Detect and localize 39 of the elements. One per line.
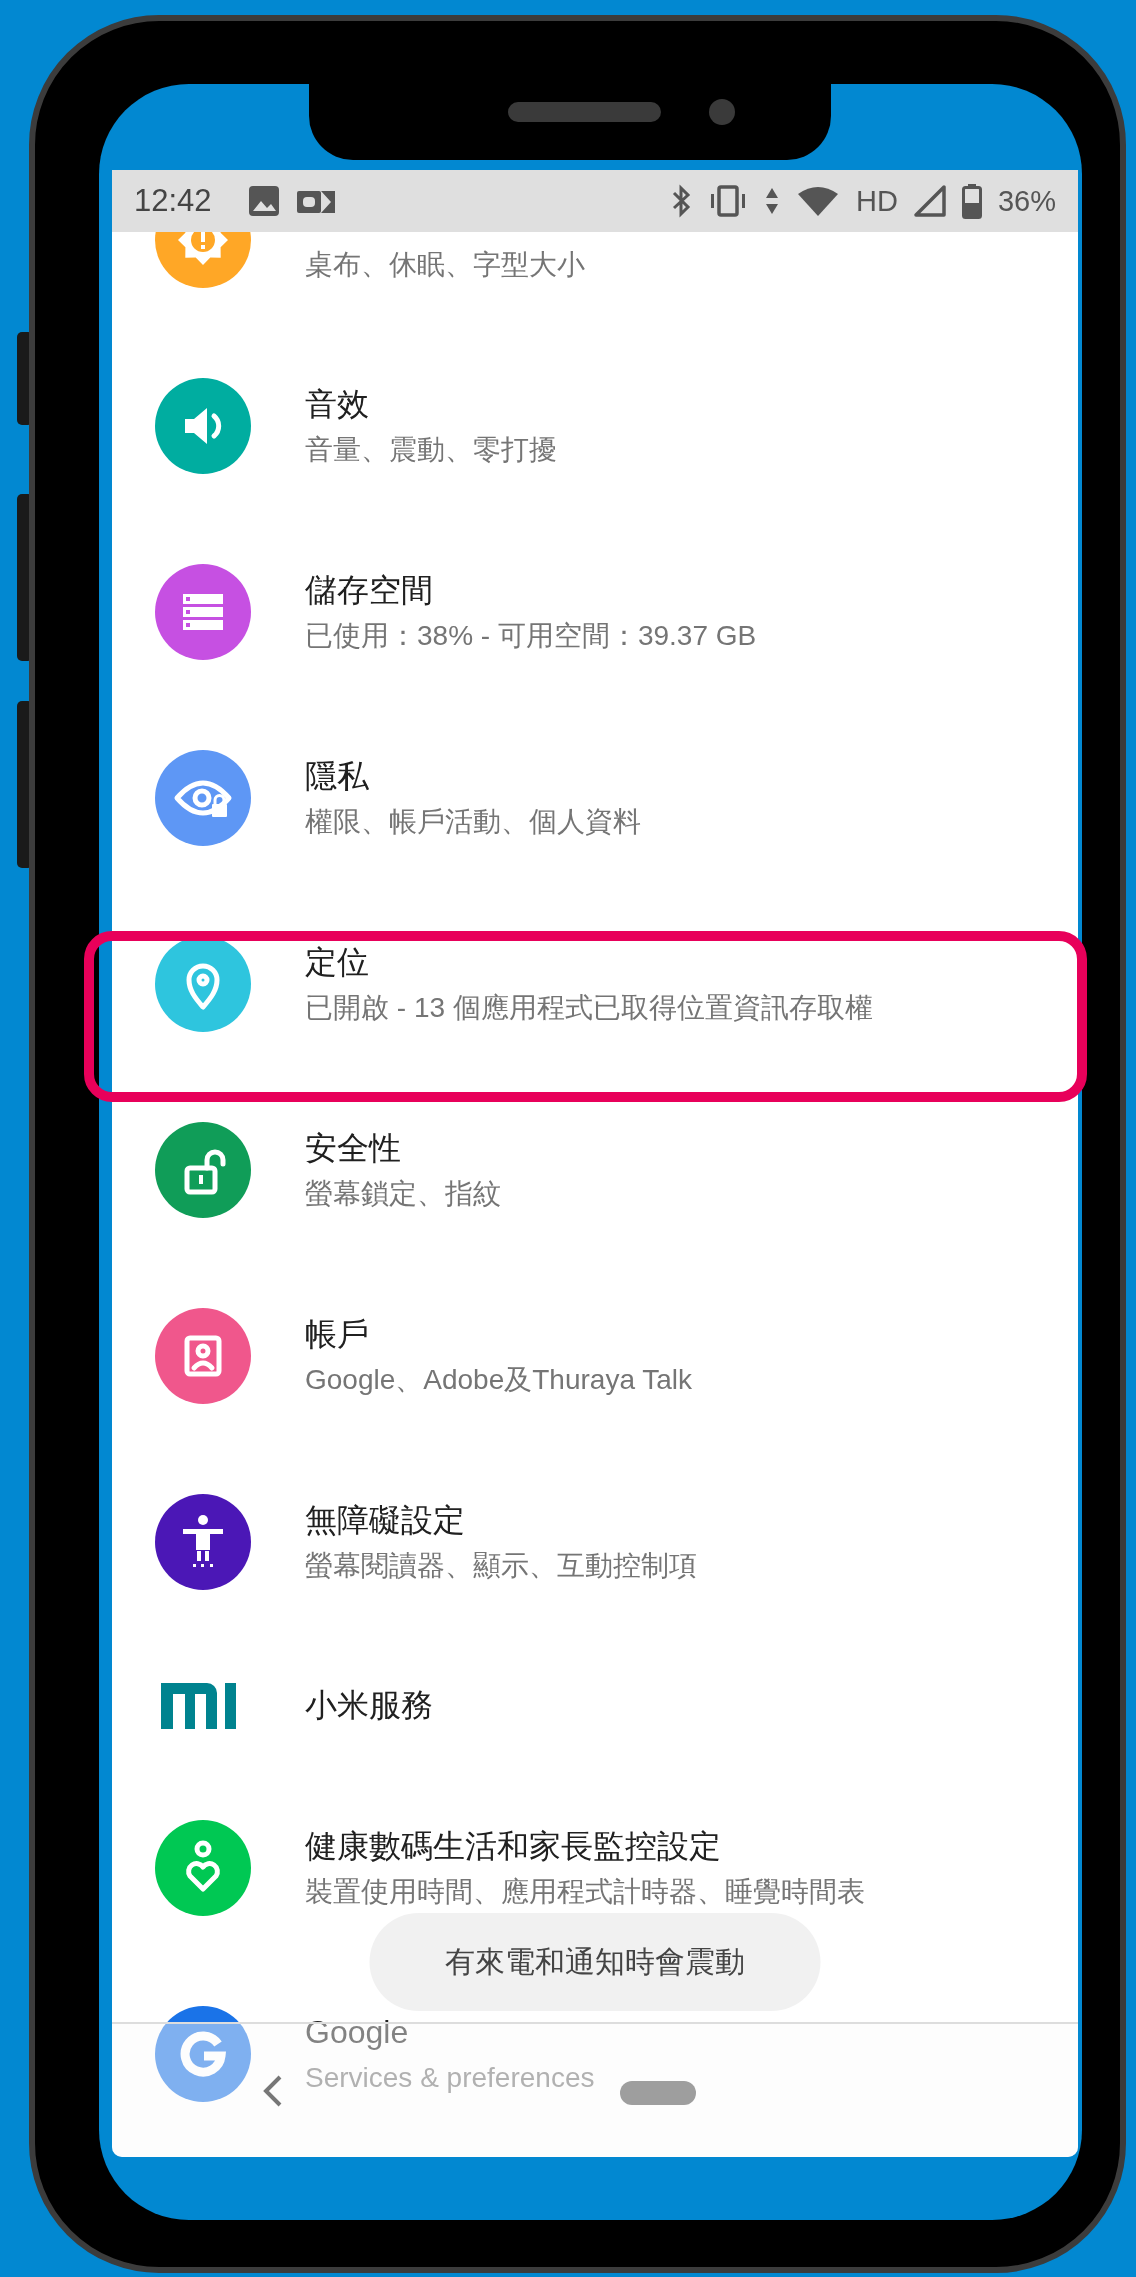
item-title: 儲存空間 [305, 571, 434, 610]
account-icon [155, 1308, 251, 1404]
storage-icon [155, 564, 251, 660]
item-subtitle: 螢幕閱讀器、顯示、互動控制項 [305, 1549, 697, 1583]
item-title: 健康數碼生活和家長監控設定 [305, 1827, 722, 1866]
eye-lock-icon [155, 750, 251, 846]
item-subtitle: 螢幕鎖定、指紋 [305, 1177, 501, 1211]
logo-icon [155, 2006, 251, 2102]
speaker-icon [155, 378, 251, 474]
padlock-icon [155, 1122, 251, 1218]
item-title: 定位 [305, 943, 370, 982]
item-subtitle: 權限、帳戶活動、個人資料 [305, 805, 641, 839]
item-subtitle: 已開啟 - 13 個應用程式已取得位置資訊存取權 [305, 991, 873, 1025]
accessibility-icon [155, 1494, 251, 1590]
item-subtitle: 裝置使用時間、應用程式計時器、睡覺時間表 [305, 1875, 865, 1909]
battery-percentage: 36% [997, 184, 1056, 218]
vibration-toast: 有來電和通知時會震動 [369, 1913, 821, 2011]
clock-time: 12:42 [134, 183, 212, 219]
item-title: 帳戶 [305, 1315, 370, 1354]
wifi-icon [796, 184, 841, 218]
item-subtitle: Services & preferences [305, 2061, 595, 2095]
item-subtitle: Google、Adobe及Thuraya Talk [305, 1363, 693, 1397]
item-subtitle: 桌布、休眠、字型大小 [305, 248, 585, 282]
home-handle[interactable] [620, 2080, 696, 2105]
item-subtitle: 音量、震動、零打擾 [305, 433, 557, 467]
signal-icon [913, 185, 946, 217]
item-subtitle: 已使用：38% - 可用空間：39.37 GB [305, 619, 757, 653]
heart-person-icon [155, 1820, 251, 1916]
item-title: 無障礙設定 [305, 1501, 466, 1540]
item-title: 隱私 [305, 757, 370, 796]
item-title: 安全性 [305, 1129, 402, 1168]
image-icon [247, 185, 280, 217]
network-type: HD [856, 184, 898, 218]
camera-lens [709, 99, 735, 125]
bluetooth-icon [670, 184, 693, 218]
item-title: Google [305, 2013, 410, 2052]
battery-icon [961, 183, 982, 219]
item-title: 音效 [305, 385, 370, 424]
item-title: 小米服務 [305, 1686, 433, 1725]
